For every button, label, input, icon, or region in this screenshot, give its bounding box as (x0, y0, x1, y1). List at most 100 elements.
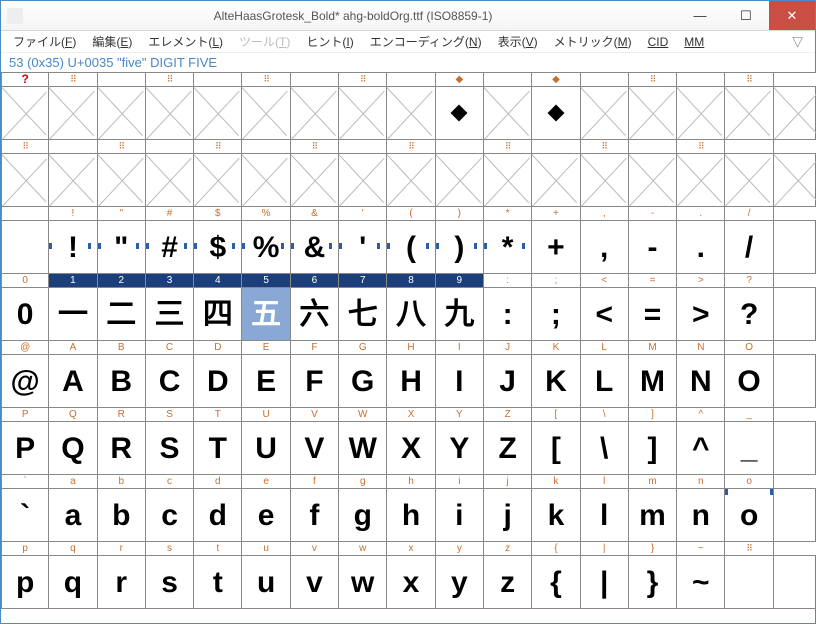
glyph-header[interactable]: / (725, 207, 773, 221)
glyph-cell[interactable]: \ (581, 422, 629, 475)
glyph-cell[interactable]: g (339, 489, 387, 542)
glyph-cell[interactable]: e (242, 489, 290, 542)
glyph-cell[interactable] (484, 154, 532, 207)
glyph-cell[interactable]: , (581, 221, 629, 274)
glyph-header[interactable]: ] (629, 408, 677, 422)
glyph-header[interactable]: ⠿ (194, 140, 242, 154)
glyph-cell[interactable] (242, 154, 290, 207)
glyph-header[interactable] (677, 73, 725, 87)
glyph-cell[interactable]: . (677, 221, 725, 274)
glyph-cell[interactable] (774, 355, 816, 408)
glyph-cell[interactable]: N (677, 355, 725, 408)
glyph-cell[interactable]: & (291, 221, 339, 274)
glyph-cell[interactable] (532, 154, 580, 207)
glyph-header[interactable]: x (387, 542, 435, 556)
glyph-header[interactable]: 2 (98, 274, 146, 288)
glyph-cell[interactable] (49, 154, 97, 207)
glyph-cell[interactable] (242, 87, 290, 140)
glyph-cell[interactable]: _ (725, 422, 773, 475)
glyph-cell[interactable] (774, 221, 816, 274)
glyph-header[interactable]: ⠿ (725, 542, 773, 556)
glyph-header[interactable]: r (98, 542, 146, 556)
glyph-cell[interactable]: o (725, 489, 773, 542)
glyph-header[interactable] (146, 140, 194, 154)
glyph-cell[interactable]: E (242, 355, 290, 408)
glyph-header[interactable]: | (581, 542, 629, 556)
glyph-cell[interactable] (774, 556, 816, 609)
glyph-header[interactable] (436, 140, 484, 154)
glyph-header[interactable]: + (532, 207, 580, 221)
glyph-cell[interactable]: " (98, 221, 146, 274)
glyph-header[interactable] (774, 274, 816, 288)
glyph-cell[interactable] (1, 87, 49, 140)
glyph-cell[interactable]: h (387, 489, 435, 542)
glyph-header[interactable]: ( (387, 207, 435, 221)
glyph-cell[interactable] (774, 154, 816, 207)
glyph-header[interactable] (339, 140, 387, 154)
glyph-cell[interactable]: 七 (339, 288, 387, 341)
glyph-cell[interactable]: ' (339, 221, 387, 274)
glyph-cell[interactable]: { (532, 556, 580, 609)
glyph-cell[interactable] (339, 87, 387, 140)
glyph-cell[interactable]: 一 (49, 288, 97, 341)
glyph-header[interactable]: ⠿ (242, 73, 290, 87)
glyph-cell[interactable]: R (98, 422, 146, 475)
glyph-cell[interactable]: a (49, 489, 97, 542)
glyph-cell[interactable]: ^ (677, 422, 725, 475)
glyph-cell[interactable]: C (146, 355, 194, 408)
glyph-cell[interactable]: ~ (677, 556, 725, 609)
glyph-cell[interactable] (436, 154, 484, 207)
glyph-cell[interactable] (98, 87, 146, 140)
glyph-cell[interactable] (725, 154, 773, 207)
minimize-button[interactable]: — (677, 1, 723, 30)
glyph-header[interactable]: B (98, 341, 146, 355)
glyph-header[interactable]: ◆ (532, 73, 580, 87)
glyph-header[interactable] (581, 73, 629, 87)
glyph-cell[interactable]: [ (532, 422, 580, 475)
glyph-header[interactable]: L (581, 341, 629, 355)
close-button[interactable]: ✕ (769, 1, 815, 30)
glyph-cell[interactable]: = (629, 288, 677, 341)
glyph-cell[interactable]: H (387, 355, 435, 408)
glyph-header[interactable]: ! (49, 207, 97, 221)
glyph-header[interactable]: g (339, 475, 387, 489)
glyph-cell[interactable]: 六 (291, 288, 339, 341)
glyph-cell[interactable]: Q (49, 422, 97, 475)
glyph-header[interactable]: $ (194, 207, 242, 221)
glyph-header[interactable]: E (242, 341, 290, 355)
glyph-header[interactable]: ? (1, 73, 49, 87)
glyph-header[interactable]: ⠿ (146, 73, 194, 87)
glyph-cell[interactable] (629, 154, 677, 207)
glyph-header[interactable]: p (1, 542, 49, 556)
glyph-header[interactable]: T (194, 408, 242, 422)
glyph-header[interactable]: q (49, 542, 97, 556)
glyph-header[interactable]: k (532, 475, 580, 489)
glyph-cell[interactable] (194, 87, 242, 140)
glyph-header[interactable]: c (146, 475, 194, 489)
glyph-cell[interactable]: B (98, 355, 146, 408)
glyph-cell[interactable]: < (581, 288, 629, 341)
glyph-header[interactable] (291, 73, 339, 87)
glyph-cell[interactable]: # (146, 221, 194, 274)
glyph-cell[interactable]: V (291, 422, 339, 475)
glyph-header[interactable]: ⠿ (339, 73, 387, 87)
glyph-header[interactable] (774, 475, 816, 489)
glyph-cell[interactable]: 九 (436, 288, 484, 341)
glyph-header[interactable]: d (194, 475, 242, 489)
maximize-button[interactable]: ☐ (723, 1, 769, 30)
glyph-cell[interactable] (581, 87, 629, 140)
glyph-header[interactable]: G (339, 341, 387, 355)
glyph-header[interactable]: ⠿ (677, 140, 725, 154)
glyph-cell[interactable]: - (629, 221, 677, 274)
glyph-header[interactable] (629, 140, 677, 154)
menu-edit[interactable]: 編集(E) (86, 31, 138, 52)
glyph-cell[interactable]: ? (725, 288, 773, 341)
glyph-header[interactable]: Y (436, 408, 484, 422)
glyph-cell[interactable]: W (339, 422, 387, 475)
glyph-header[interactable]: 4 (194, 274, 242, 288)
glyph-header[interactable]: n (677, 475, 725, 489)
glyph-header[interactable]: ? (725, 274, 773, 288)
glyph-header[interactable]: 5 (242, 274, 290, 288)
glyph-header[interactable]: X (387, 408, 435, 422)
glyph-cell[interactable]: r (98, 556, 146, 609)
